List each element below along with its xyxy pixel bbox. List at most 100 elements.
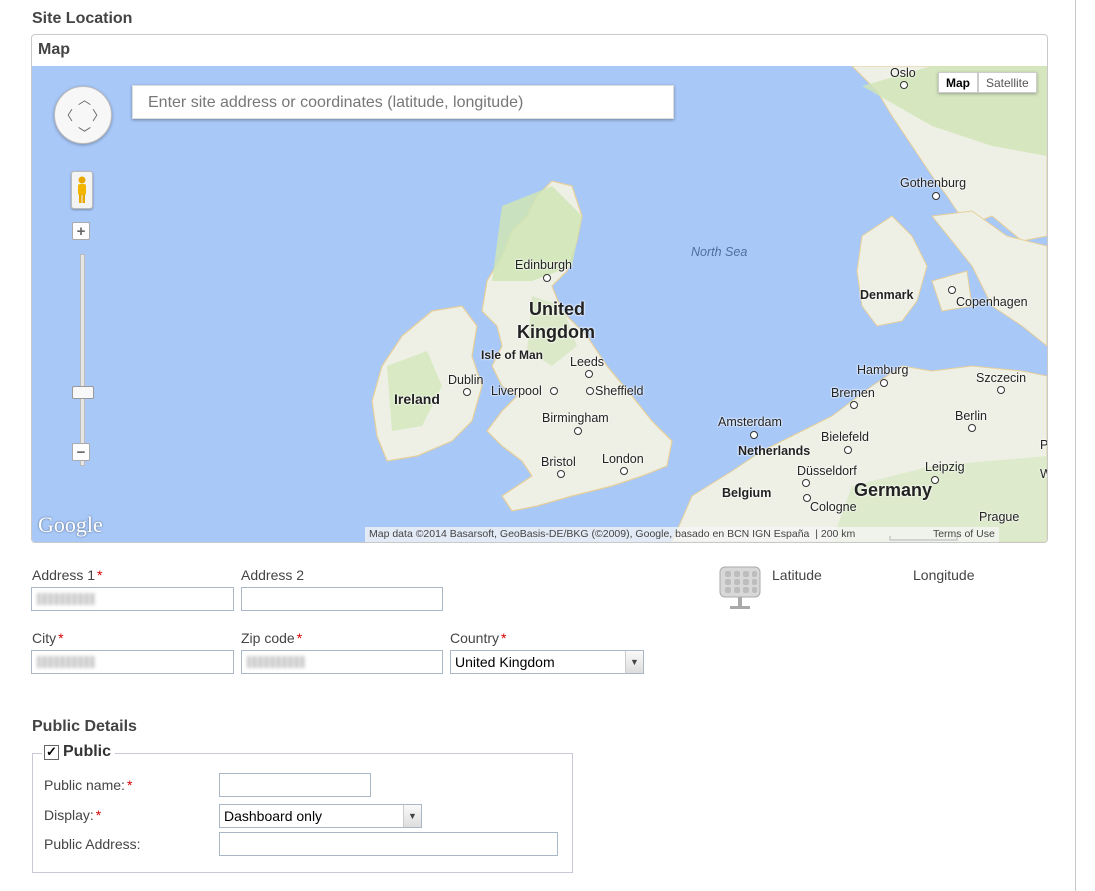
public-details-title: Public Details xyxy=(32,718,137,735)
zip-code-label: Zip code * xyxy=(241,630,303,646)
required-mark: * xyxy=(58,630,64,646)
map-label-leipzig: Leipzig xyxy=(925,460,965,474)
city-label: City * xyxy=(32,630,64,646)
map-type-control: Map Satellite xyxy=(938,72,1037,93)
city-marker xyxy=(931,476,939,484)
map-label-north-sea: North Sea xyxy=(691,245,748,259)
map-label-edinburgh: Edinburgh xyxy=(515,258,572,272)
required-mark: * xyxy=(126,777,133,793)
city-marker xyxy=(948,286,956,294)
city-marker xyxy=(932,192,940,200)
map-label-szczecin: Szczecin xyxy=(976,371,1027,385)
map-label-cologne: Cologne xyxy=(810,500,857,514)
map-label-gothenburg: Gothenburg xyxy=(900,176,967,190)
terms-of-use-link[interactable]: Terms of Use xyxy=(933,528,995,540)
map-label-bremen: Bremen xyxy=(831,386,875,400)
site-location-title: Site Location xyxy=(32,10,133,27)
public-name-input[interactable] xyxy=(219,773,371,797)
public-address-label: Public Address: xyxy=(44,836,141,852)
public-checkbox[interactable]: ✓ xyxy=(44,744,59,760)
pan-down-icon[interactable]: ﹀ xyxy=(78,123,91,142)
required-mark: * xyxy=(97,567,103,583)
required-mark: * xyxy=(95,807,102,823)
pan-right-icon[interactable]: 〉 xyxy=(92,105,105,124)
country-label: Country * xyxy=(450,630,507,646)
map-label-leeds: Leeds xyxy=(570,355,605,369)
map-type-map-button[interactable]: Map xyxy=(938,72,978,93)
map-search-input[interactable]: Enter site address or coordinates (latit… xyxy=(132,85,674,119)
chevron-down-icon[interactable]: ▼ xyxy=(403,805,421,827)
display-select-value: Dashboard only xyxy=(224,808,323,824)
pan-control[interactable]: ︿ ﹀ 〈 〉 xyxy=(54,86,112,144)
right-border xyxy=(1075,0,1076,891)
city-marker xyxy=(844,446,852,454)
country-select[interactable]: United Kingdom ▼ xyxy=(450,650,644,674)
zip-code-input[interactable] xyxy=(241,650,443,674)
map-label-isle-of-man: Isle of Man xyxy=(481,348,544,362)
map-label-hamburg: Hamburg xyxy=(857,363,909,377)
city-marker xyxy=(463,388,471,396)
map-label-denmark: Denmark xyxy=(860,288,914,302)
display-select[interactable]: Dashboard only ▼ xyxy=(219,804,422,828)
public-checkbox-label[interactable]: Public xyxy=(63,743,111,761)
latitude-label: Latitude xyxy=(772,567,822,583)
map-label-copenhagen: Copenhagen xyxy=(956,295,1028,309)
attribution-text: Map data ©2014 Basarsoft, GeoBasis-DE/BK… xyxy=(369,528,810,540)
map-panel-title: Map xyxy=(38,41,70,58)
map-label-germany: Germany xyxy=(854,480,933,500)
solar-panel-icon xyxy=(719,566,761,609)
city-marker xyxy=(557,470,565,478)
city-input[interactable] xyxy=(31,650,234,674)
map-label-sheffield: Sheffield xyxy=(595,384,644,398)
city-marker xyxy=(586,387,594,395)
map-label-belgium: Belgium xyxy=(722,486,772,500)
city-marker xyxy=(880,379,888,387)
city-marker xyxy=(574,427,582,435)
map-label-dusseldorf: Düsseldorf xyxy=(797,464,857,478)
display-label: Display: * xyxy=(44,807,102,823)
city-marker xyxy=(543,274,551,282)
city-marker xyxy=(997,386,1005,394)
map-canvas[interactable]: Oslo Gothenburg North Sea Edinburgh Unit… xyxy=(32,66,1047,542)
city-marker xyxy=(550,387,558,395)
map-attribution: Map data ©2014 Basarsoft, GeoBasis-DE/BK… xyxy=(365,527,999,542)
map-label-netherlands: Netherlands xyxy=(738,444,811,458)
scale-label[interactable]: 200 km xyxy=(821,528,855,540)
chevron-down-icon[interactable]: ▼ xyxy=(625,651,643,673)
zoom-slider-track[interactable] xyxy=(80,254,85,466)
zoom-in-button[interactable]: + xyxy=(72,222,90,240)
google-logo[interactable]: Google xyxy=(38,512,103,538)
map-label-birmingham: Birmingham xyxy=(542,411,609,425)
map-type-satellite-button[interactable]: Satellite xyxy=(978,72,1037,93)
map-label-berlin: Berlin xyxy=(955,409,987,423)
city-marker xyxy=(620,467,628,475)
city-marker xyxy=(850,401,858,409)
map-label-edge-w: W xyxy=(1040,467,1047,481)
pan-left-icon[interactable]: 〈 xyxy=(60,105,73,124)
city-marker xyxy=(900,81,908,89)
street-view-pegman-icon[interactable] xyxy=(71,171,93,209)
longitude-label: Longitude xyxy=(913,567,975,583)
public-legend: ✓ Public xyxy=(42,743,116,761)
country-select-value: United Kingdom xyxy=(455,654,555,670)
zoom-slider-thumb[interactable] xyxy=(72,386,94,399)
city-marker xyxy=(750,431,758,439)
map-label-kingdom: Kingdom xyxy=(517,322,595,342)
address2-input[interactable] xyxy=(241,587,443,611)
public-address-input[interactable] xyxy=(219,832,558,856)
map-label-united: United xyxy=(529,299,585,319)
map-label-liverpool: Liverpool xyxy=(491,384,542,398)
zoom-out-button[interactable]: − xyxy=(72,443,90,461)
map-label-prague: Prague xyxy=(979,510,1020,524)
map-label-amsterdam: Amsterdam xyxy=(718,415,782,429)
map-label-london: London xyxy=(602,452,644,466)
public-name-label: Public name: * xyxy=(44,777,133,793)
city-marker xyxy=(585,370,593,378)
required-mark: * xyxy=(296,630,303,646)
address1-input[interactable] xyxy=(31,587,234,611)
city-marker xyxy=(802,479,810,487)
required-mark: * xyxy=(501,630,507,646)
pan-up-icon[interactable]: ︿ xyxy=(78,89,91,108)
city-marker xyxy=(968,424,976,432)
map-label-edge-p: P xyxy=(1040,438,1048,452)
